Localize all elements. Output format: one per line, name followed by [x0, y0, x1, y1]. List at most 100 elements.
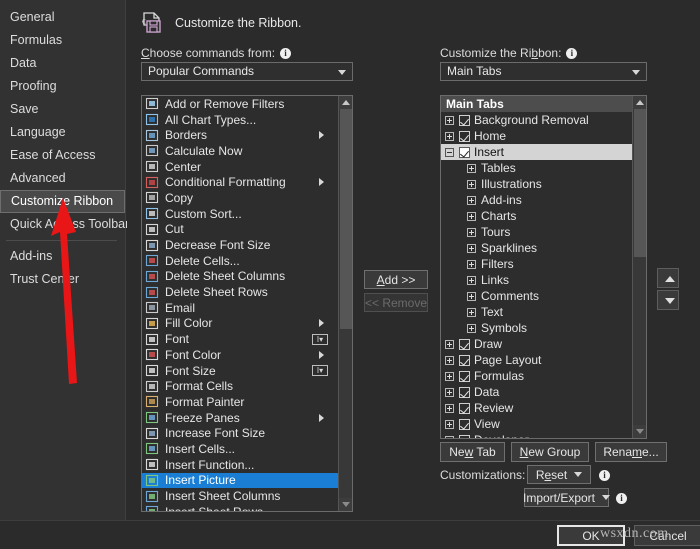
- ribbon-tree-item[interactable]: Home: [441, 128, 632, 144]
- command-list-item[interactable]: Freeze Panes: [142, 410, 338, 426]
- sidebar-item-formulas[interactable]: Formulas: [0, 29, 125, 52]
- new-group-button[interactable]: New Group: [511, 442, 589, 462]
- ribbon-tree-item[interactable]: Symbols: [441, 320, 632, 336]
- command-list-item[interactable]: Font Size I▾: [142, 363, 338, 379]
- command-list-item[interactable]: Delete Sheet Columns: [142, 269, 338, 285]
- expand-icon[interactable]: [467, 259, 476, 269]
- ribbon-tree-item[interactable]: Insert: [441, 144, 632, 160]
- sidebar-item-save[interactable]: Save: [0, 98, 125, 121]
- scroll-down-icon[interactable]: [339, 498, 352, 511]
- commands-scroll-thumb[interactable]: [340, 109, 352, 329]
- command-list-item[interactable]: Insert Sheet Rows: [142, 504, 338, 511]
- expand-icon[interactable]: [467, 307, 476, 317]
- sidebar-item-data[interactable]: Data: [0, 52, 125, 75]
- ribbon-tree-item[interactable]: Formulas: [441, 368, 632, 384]
- expand-icon[interactable]: [445, 403, 454, 413]
- ribbon-tab-checkbox[interactable]: [459, 130, 470, 142]
- expand-icon[interactable]: [467, 275, 476, 285]
- ribbon-tree-item[interactable]: Sparklines: [441, 240, 632, 256]
- ribbon-tab-checkbox[interactable]: [459, 338, 470, 350]
- expand-icon[interactable]: [467, 195, 476, 205]
- command-list-item[interactable]: Cut: [142, 222, 338, 238]
- command-list-item[interactable]: Decrease Font Size: [142, 237, 338, 253]
- ribbon-tree-item[interactable]: Illustrations: [441, 176, 632, 192]
- scroll-down-icon[interactable]: [633, 425, 646, 438]
- command-list-item[interactable]: Delete Cells...: [142, 253, 338, 269]
- commands-scrollbar[interactable]: [338, 96, 352, 511]
- ribbon-tree-scroll-thumb[interactable]: [634, 109, 646, 257]
- sidebar-item-trust-center[interactable]: Trust Center: [0, 268, 125, 291]
- expand-icon[interactable]: [445, 419, 454, 429]
- expand-icon[interactable]: [467, 211, 476, 221]
- command-list-item[interactable]: Insert Sheet Columns: [142, 488, 338, 504]
- ribbon-tree-item[interactable]: Data: [441, 384, 632, 400]
- sidebar-item-add-ins[interactable]: Add-ins: [0, 245, 125, 268]
- expand-icon[interactable]: [467, 163, 476, 173]
- info-icon[interactable]: i: [599, 470, 610, 481]
- sidebar-item-ease-of-access[interactable]: Ease of Access: [0, 144, 125, 167]
- ribbon-tree-item[interactable]: Draw: [441, 336, 632, 352]
- choose-commands-from-select[interactable]: Popular Commands: [141, 62, 353, 81]
- ribbon-tree-scrollbar[interactable]: [632, 96, 646, 438]
- command-list-item[interactable]: Delete Sheet Rows: [142, 284, 338, 300]
- command-list-item[interactable]: Add or Remove Filters: [142, 96, 338, 112]
- add-button[interactable]: Add >>: [364, 270, 428, 289]
- ribbon-tree-item[interactable]: Background Removal: [441, 112, 632, 128]
- expand-icon[interactable]: [445, 115, 454, 125]
- expand-icon[interactable]: [467, 291, 476, 301]
- sidebar-item-language[interactable]: Language: [0, 121, 125, 144]
- ribbon-tree-item[interactable]: Tours: [441, 224, 632, 240]
- ribbon-tab-checkbox[interactable]: [459, 354, 470, 366]
- customize-ribbon-select[interactable]: Main Tabs: [440, 62, 647, 81]
- sidebar-item-proofing[interactable]: Proofing: [0, 75, 125, 98]
- ribbon-tree-item[interactable]: Links: [441, 272, 632, 288]
- ribbon-tree-item[interactable]: Add-ins: [441, 192, 632, 208]
- ribbon-tree-item[interactable]: View: [441, 416, 632, 432]
- ribbon-tree-item[interactable]: Tables: [441, 160, 632, 176]
- command-list-item[interactable]: Borders: [142, 127, 338, 143]
- commands-listbox[interactable]: Add or Remove Filters All Chart Types... B…: [141, 95, 353, 512]
- expand-icon[interactable]: [445, 131, 454, 141]
- command-list-item[interactable]: Copy: [142, 190, 338, 206]
- collapse-icon[interactable]: [445, 147, 454, 157]
- info-icon[interactable]: i: [280, 47, 292, 59]
- ribbon-tree-item[interactable]: Developer: [441, 432, 632, 438]
- rename-button[interactable]: Rename...: [595, 442, 667, 462]
- sidebar-item-quick-access-toolbar[interactable]: Quick Access Toolbar: [0, 213, 129, 236]
- expand-icon[interactable]: [445, 371, 454, 381]
- command-list-item[interactable]: All Chart Types...: [142, 112, 338, 128]
- expand-icon[interactable]: [445, 387, 454, 397]
- import-export-button[interactable]: Import/Export: [523, 488, 611, 507]
- ribbon-tab-checkbox[interactable]: [459, 146, 470, 158]
- expand-icon[interactable]: [467, 323, 476, 333]
- command-list-item[interactable]: Calculate Now: [142, 143, 338, 159]
- command-list-item[interactable]: Custom Sort...: [142, 206, 338, 222]
- ribbon-tree-item[interactable]: Text: [441, 304, 632, 320]
- command-list-item[interactable]: Insert Picture: [142, 472, 338, 489]
- command-list-item[interactable]: Format Cells: [142, 378, 338, 394]
- expand-icon[interactable]: [445, 339, 454, 349]
- ribbon-tab-checkbox[interactable]: [459, 370, 470, 382]
- new-tab-button[interactable]: New Tab: [440, 442, 505, 462]
- scroll-up-icon[interactable]: [633, 96, 646, 109]
- move-down-button[interactable]: [657, 290, 679, 310]
- scroll-up-icon[interactable]: [339, 96, 352, 109]
- ribbon-tab-checkbox[interactable]: [459, 402, 470, 414]
- command-list-item[interactable]: Fill Color: [142, 316, 338, 332]
- sidebar-item-customize-ribbon[interactable]: Customize Ribbon: [0, 190, 125, 213]
- ribbon-tab-checkbox[interactable]: [459, 434, 470, 438]
- command-list-item[interactable]: Insert Cells...: [142, 441, 338, 457]
- command-list-item[interactable]: Font I▾: [142, 331, 338, 347]
- expand-icon[interactable]: [445, 355, 454, 365]
- ribbon-tab-checkbox[interactable]: [459, 114, 470, 126]
- expand-icon[interactable]: [467, 227, 476, 237]
- command-list-item[interactable]: Font Color: [142, 347, 338, 363]
- ribbon-tree-item[interactable]: Filters: [441, 256, 632, 272]
- info-icon[interactable]: i: [566, 47, 578, 59]
- sidebar-item-general[interactable]: General: [0, 6, 125, 29]
- ribbon-tree-item[interactable]: Review: [441, 400, 632, 416]
- reset-button[interactable]: Reset: [527, 465, 591, 484]
- expand-icon[interactable]: [445, 435, 454, 438]
- command-list-item[interactable]: Format Painter: [142, 394, 338, 410]
- ribbon-tree-item[interactable]: Page Layout: [441, 352, 632, 368]
